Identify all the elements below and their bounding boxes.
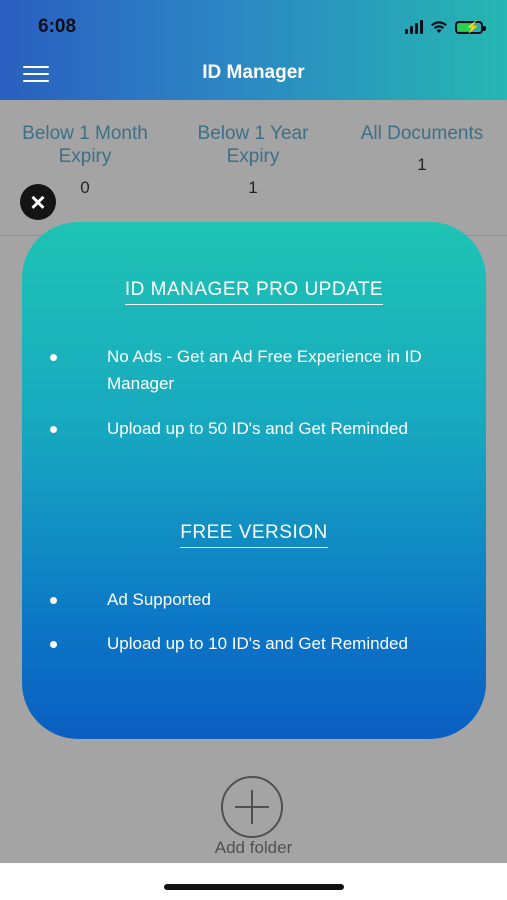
- status-icons: ⚡: [405, 18, 486, 36]
- battery-icon: ⚡: [455, 20, 486, 34]
- pro-feature-item: No Ads - Get an Ad Free Experience in ID…: [50, 343, 459, 397]
- free-section-title: FREE VERSION: [22, 522, 486, 548]
- wifi-icon: [431, 21, 447, 33]
- status-bar: 6:08 ⚡: [0, 0, 507, 52]
- bullet-dot: [50, 597, 57, 604]
- upgrade-modal: ID MANAGER PRO UPDATE No Ads - Get an Ad…: [22, 222, 486, 739]
- app-header: 6:08 ⚡ ID Manager: [0, 0, 507, 100]
- pro-title-text: ID MANAGER PRO UPDATE: [124, 279, 384, 305]
- bottom-safe-area: [0, 863, 507, 900]
- bullet-dot: [50, 354, 57, 361]
- cellular-signal-icon: [405, 20, 423, 34]
- free-title-text: FREE VERSION: [180, 522, 328, 548]
- bullet-dot: [50, 641, 57, 648]
- status-time: 6:08: [38, 16, 77, 37]
- page-title: ID Manager: [202, 62, 305, 83]
- free-feature-item: Ad Supported: [50, 586, 459, 613]
- pro-feature-item: Upload up to 50 ID's and Get Reminded: [50, 415, 459, 442]
- close-icon[interactable]: ×: [20, 184, 56, 220]
- free-feature-text: Ad Supported: [107, 590, 211, 609]
- pro-feature-text: Upload up to 50 ID's and Get Reminded: [107, 419, 408, 438]
- pro-section-title: ID MANAGER PRO UPDATE: [22, 279, 486, 305]
- free-feature-item: Upload up to 10 ID's and Get Reminded: [50, 630, 459, 657]
- bullet-dot: [50, 426, 57, 433]
- pro-feature-text: No Ads - Get an Ad Free Experience in ID…: [107, 347, 422, 393]
- home-indicator[interactable]: [164, 884, 344, 890]
- free-feature-text: Upload up to 10 ID's and Get Reminded: [107, 634, 408, 653]
